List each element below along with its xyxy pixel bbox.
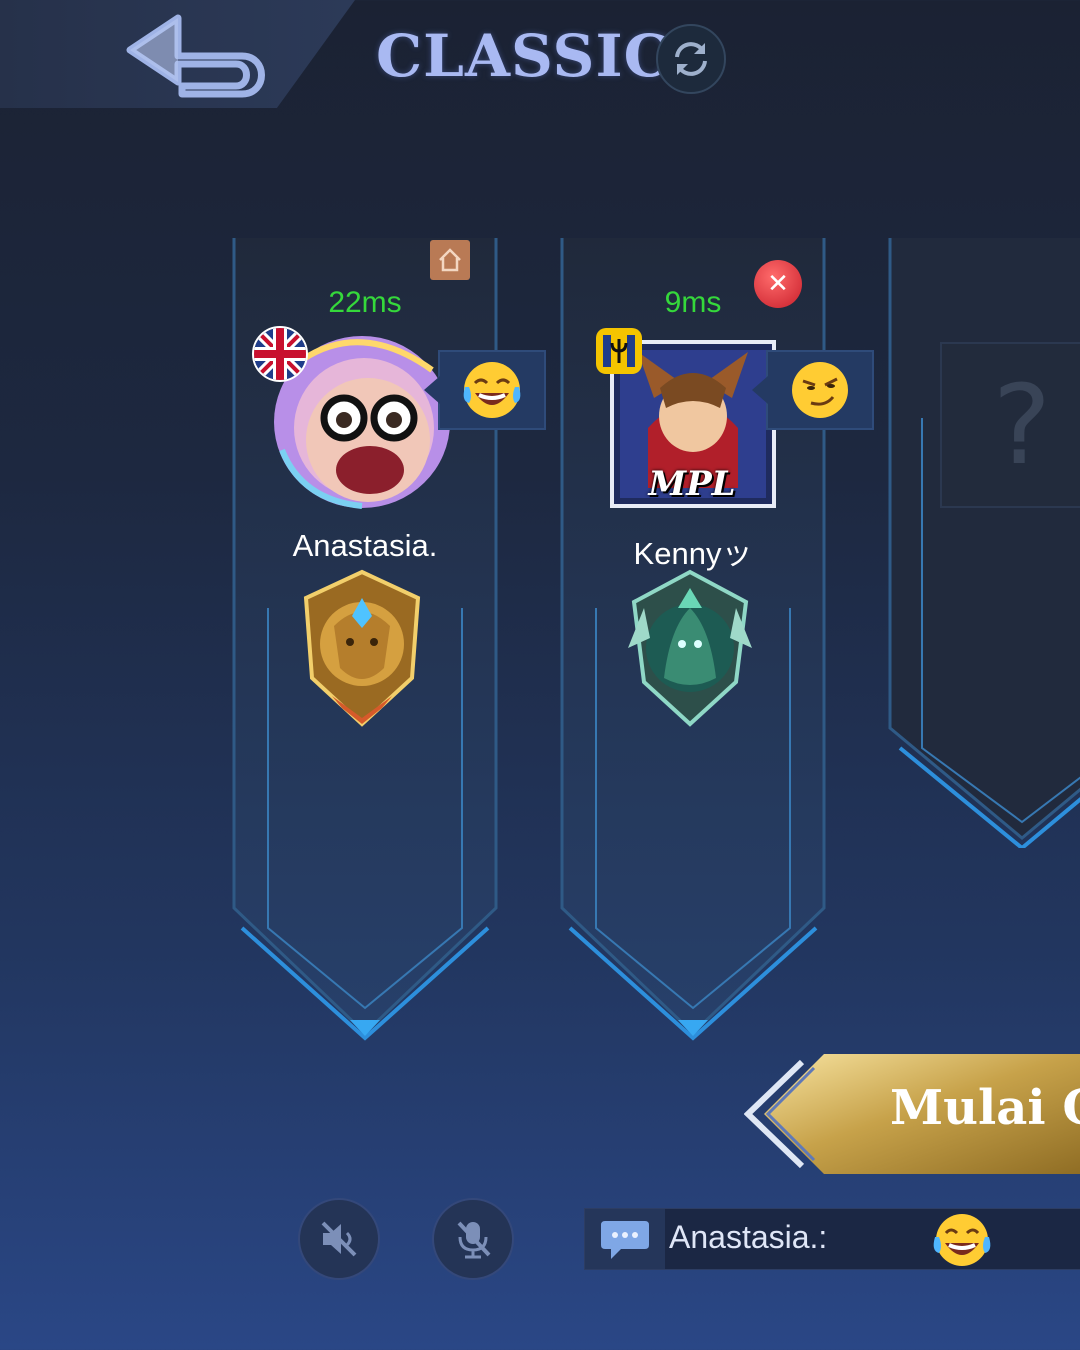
mic-toggle-button[interactable] [432, 1198, 514, 1280]
back-button[interactable] [118, 10, 278, 100]
player-slot-2: ✕ 9ms MPL Kennyッ [558, 228, 874, 1048]
mode-title: CLASSIC [376, 22, 671, 90]
green-dragon-rank-icon [628, 569, 752, 727]
mic-muted-icon [457, 1221, 491, 1259]
host-badge [430, 240, 470, 280]
speaker-muted-icon [321, 1221, 357, 1257]
question-mark: ? [992, 361, 1052, 489]
rank-badge [620, 568, 760, 728]
uk-flag-icon [252, 326, 308, 382]
emote-bubble [424, 350, 546, 430]
chat-button[interactable] [585, 1209, 665, 1269]
refresh-icon [675, 42, 707, 76]
player-slot-1: 22ms Anastasia. [230, 228, 546, 1048]
emote-bubble [752, 350, 874, 430]
laughing-tears-emoji-icon [463, 362, 521, 418]
top-bar: CLASSIC [0, 0, 1080, 108]
player-name: Kennyッ [633, 536, 753, 571]
rank-badge [292, 568, 432, 728]
refresh-button[interactable] [656, 24, 726, 94]
gold-lion-rank-icon [303, 569, 421, 727]
ping-label: 22ms [328, 286, 402, 319]
chat-message: Anastasia.: [669, 1214, 991, 1266]
slot-banner [888, 238, 1080, 851]
home-icon [439, 248, 461, 272]
ping-label: 9ms [664, 286, 722, 319]
laughing-tears-emoji-icon [933, 1214, 991, 1266]
smirk-emoji-icon [792, 362, 848, 418]
start-button-label: Mulai G [890, 1080, 1080, 1136]
player-name: Anastasia. [292, 528, 438, 563]
avatar-text: MPL [648, 464, 736, 504]
chat-sender: Anastasia.: [669, 1219, 828, 1255]
empty-slot [886, 228, 1080, 851]
chat-bubble-icon [601, 1221, 649, 1259]
speaker-toggle-button[interactable] [298, 1198, 380, 1280]
invite-slot[interactable]: ? [940, 342, 1080, 508]
back-arrow-icon [126, 14, 265, 98]
start-game-button[interactable]: Mulai G [743, 1054, 1080, 1174]
chat-bar[interactable]: Anastasia.: [584, 1208, 1080, 1270]
trident-flag-icon [596, 328, 642, 374]
